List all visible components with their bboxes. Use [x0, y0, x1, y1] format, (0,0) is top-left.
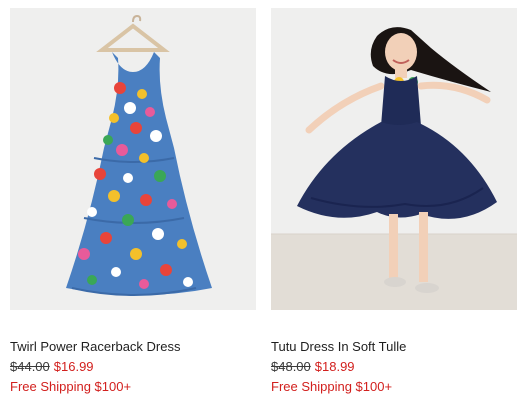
girl-twirling-dress-photo	[271, 8, 517, 310]
shipping-note: Free Shipping $100+	[10, 379, 132, 394]
product-name[interactable]: Tutu Dress In Soft Tulle	[271, 338, 517, 356]
sale-price: $18.99	[314, 359, 355, 374]
product-card-twirl-power[interactable]: Twirl Power Racerback Dress $44.00 $16.99…	[10, 8, 256, 396]
original-price: $44.00	[10, 359, 50, 374]
product-image-twirl-power-dress[interactable]	[10, 8, 256, 310]
price-row: $44.00 $16.99	[10, 358, 256, 376]
product-name[interactable]: Twirl Power Racerback Dress	[10, 338, 256, 356]
original-price: $48.00	[271, 359, 311, 374]
product-image-tutu-dress[interactable]	[271, 8, 517, 310]
product-card-tutu-dress[interactable]: Tutu Dress In Soft Tulle $48.00 $18.99 Fr…	[271, 8, 517, 396]
sale-price: $16.99	[53, 359, 94, 374]
dress-on-hanger-photo	[10, 8, 256, 310]
shipping-note: Free Shipping $100+	[271, 379, 393, 394]
price-row: $48.00 $18.99	[271, 358, 517, 376]
